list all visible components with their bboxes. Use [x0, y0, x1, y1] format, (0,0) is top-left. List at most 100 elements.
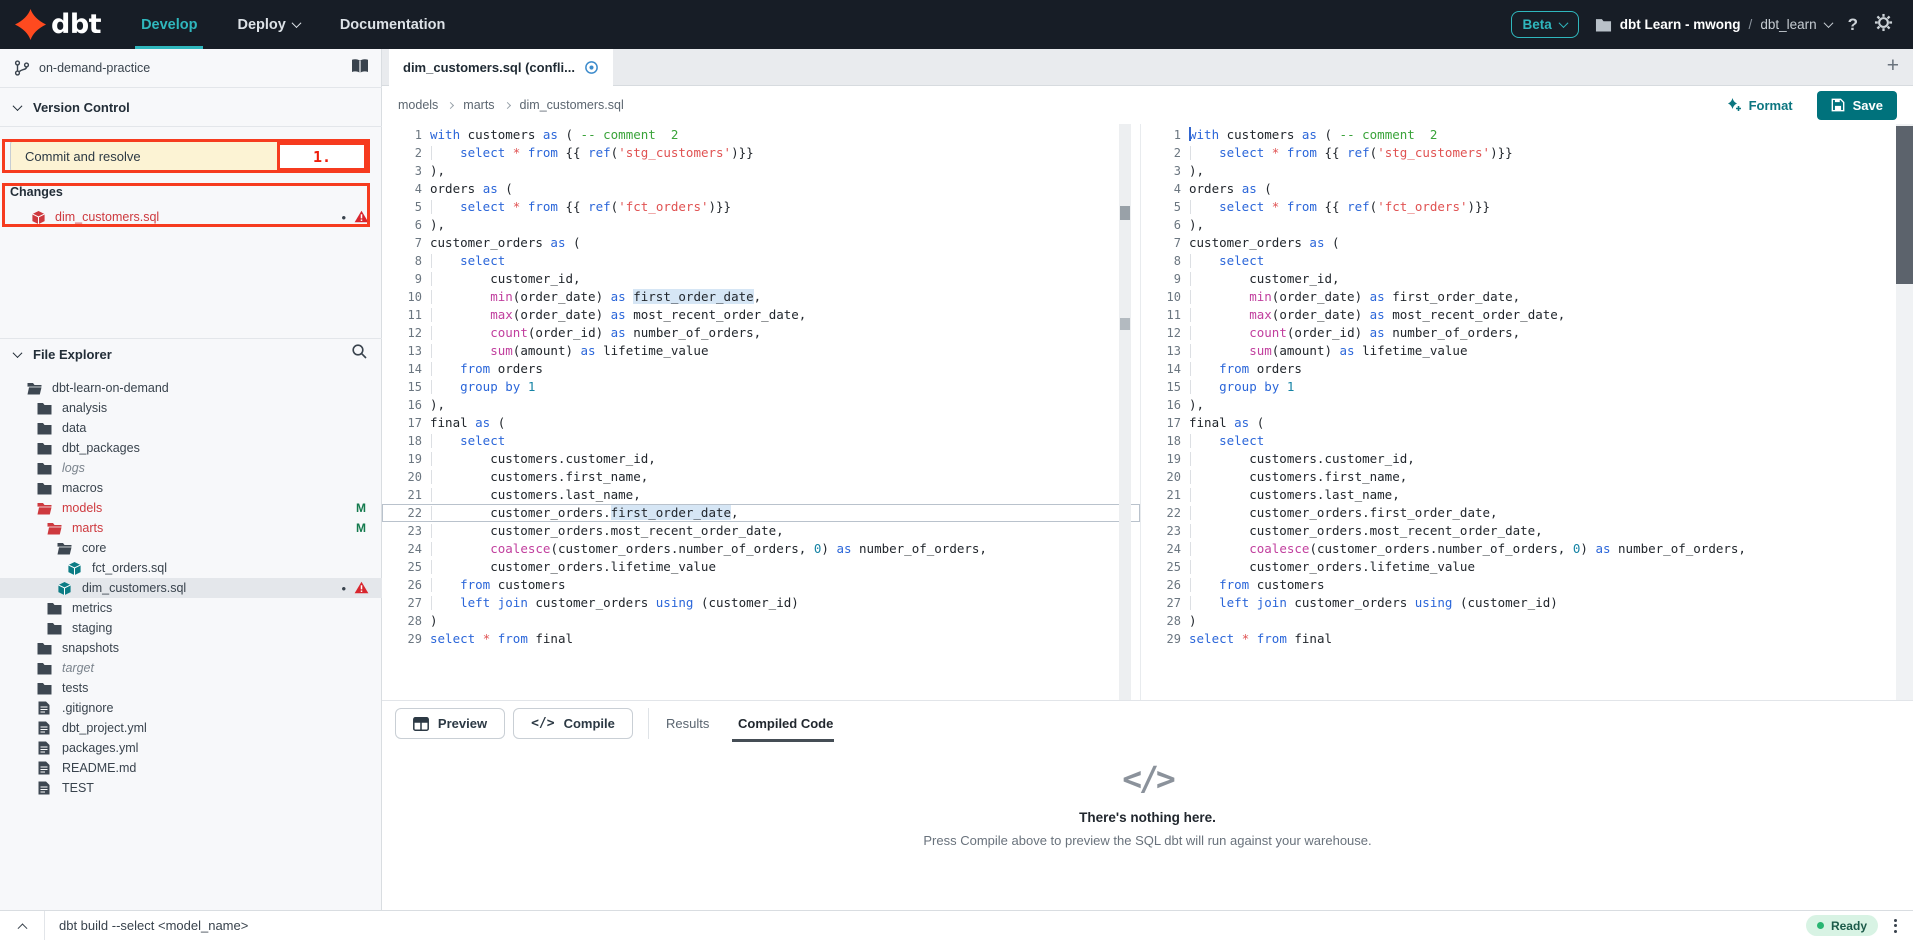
code-line-19[interactable]: 19 customers.customer_id,: [1141, 450, 1913, 468]
code-line-15[interactable]: 15 group by 1: [1141, 378, 1913, 396]
tree-item-dbt_packages[interactable]: dbt_packages: [0, 438, 382, 458]
tab-dim-customers[interactable]: dim_customers.sql (confli...: [389, 49, 613, 86]
code-line-11[interactable]: 11 max(order_date) as most_recent_order_…: [382, 306, 1140, 324]
tree-item-analysis[interactable]: analysis: [0, 398, 382, 418]
code-line-14[interactable]: 14 from orders: [382, 360, 1140, 378]
tree-item-core[interactable]: core: [0, 538, 382, 558]
search-icon[interactable]: [351, 343, 368, 365]
tree-item-README.md[interactable]: README.md: [0, 758, 382, 778]
help-icon[interactable]: ?: [1848, 15, 1858, 35]
tree-item-dim_customers.sql[interactable]: dim_customers.sql•: [0, 578, 382, 598]
beta-selector[interactable]: Beta: [1511, 11, 1579, 38]
save-button[interactable]: Save: [1817, 91, 1897, 120]
command-input[interactable]: dbt build --select <model_name>: [59, 918, 1806, 933]
code-line-7[interactable]: 7customer_orders as (: [1141, 234, 1913, 252]
branch-selector[interactable]: on-demand-practice: [0, 49, 382, 88]
nav-item-documentation[interactable]: Documentation: [340, 0, 446, 49]
code-line-25[interactable]: 25 customer_orders.lifetime_value: [1141, 558, 1913, 576]
code-line-19[interactable]: 19 customers.customer_id,: [382, 450, 1140, 468]
code-line-6[interactable]: 6),: [382, 216, 1140, 234]
code-line-28[interactable]: 28): [1141, 612, 1913, 630]
code-line-17[interactable]: 17final as (: [1141, 414, 1913, 432]
code-line-15[interactable]: 15 group by 1: [382, 378, 1140, 396]
code-line-3[interactable]: 3),: [1141, 162, 1913, 180]
file-explorer-header[interactable]: File Explorer: [0, 338, 382, 369]
account-project-selector[interactable]: dbt Learn - mwong / dbt_learn: [1595, 17, 1832, 32]
code-line-10[interactable]: 10 min(order_date) as first_order_date,: [1141, 288, 1913, 306]
code-line-2[interactable]: 2 select * from {{ ref('stg_customers')}…: [382, 144, 1140, 162]
tree-item-metrics[interactable]: metrics: [0, 598, 382, 618]
code-line-27[interactable]: 27 left join customer_orders using (cust…: [1141, 594, 1913, 612]
nav-item-develop[interactable]: Develop: [141, 0, 197, 49]
code-line-17[interactable]: 17final as (: [382, 414, 1140, 432]
tab-results[interactable]: Results: [666, 708, 709, 739]
kebab-menu-icon[interactable]: [1894, 919, 1897, 933]
code-line-11[interactable]: 11 max(order_date) as most_recent_order_…: [1141, 306, 1913, 324]
nav-item-deploy[interactable]: Deploy: [237, 0, 299, 49]
tree-item-macros[interactable]: macros: [0, 478, 382, 498]
code-line-9[interactable]: 9 customer_id,: [382, 270, 1140, 288]
code-line-26[interactable]: 26 from customers: [1141, 576, 1913, 594]
code-line-18[interactable]: 18 select: [382, 432, 1140, 450]
code-line-12[interactable]: 12 count(order_id) as number_of_orders,: [1141, 324, 1913, 342]
new-tab-plus-icon[interactable]: +: [1887, 54, 1899, 78]
code-line-23[interactable]: 23 customer_orders.most_recent_order_dat…: [1141, 522, 1913, 540]
code-line-2[interactable]: 2 select * from {{ ref('stg_customers')}…: [1141, 144, 1913, 162]
tree-item-snapshots[interactable]: snapshots: [0, 638, 382, 658]
code-line-1[interactable]: 1with customers as ( -- comment 2: [382, 126, 1140, 144]
code-line-26[interactable]: 26 from customers: [382, 576, 1140, 594]
tree-item-dbt-learn-on-demand[interactable]: dbt-learn-on-demand: [0, 378, 382, 398]
tree-item-target[interactable]: target: [0, 658, 382, 678]
tree-item-data[interactable]: data: [0, 418, 382, 438]
code-line-12[interactable]: 12 count(order_id) as number_of_orders,: [382, 324, 1140, 342]
tree-item-staging[interactable]: staging: [0, 618, 382, 638]
format-button[interactable]: Format: [1726, 97, 1793, 113]
tree-item-models[interactable]: modelsM: [0, 498, 382, 518]
tree-item-packages.yml[interactable]: packages.yml: [0, 738, 382, 758]
code-line-24[interactable]: 24 coalesce(customer_orders.number_of_or…: [1141, 540, 1913, 558]
tree-item-.gitignore[interactable]: .gitignore: [0, 698, 382, 718]
tree-item-dbt_project.yml[interactable]: dbt_project.yml: [0, 718, 382, 738]
code-line-10[interactable]: 10 min(order_date) as first_order_date,: [382, 288, 1140, 306]
code-line-6[interactable]: 6),: [1141, 216, 1913, 234]
code-line-14[interactable]: 14 from orders: [1141, 360, 1913, 378]
code-line-28[interactable]: 28): [382, 612, 1140, 630]
dbt-logo[interactable]: dbt: [14, 8, 101, 41]
code-line-25[interactable]: 25 customer_orders.lifetime_value: [382, 558, 1140, 576]
code-line-24[interactable]: 24 coalesce(customer_orders.number_of_or…: [382, 540, 1140, 558]
code-line-1[interactable]: 1with customers as ( -- comment 2: [1141, 126, 1913, 144]
code-line-22[interactable]: 22 customer_orders.first_order_date,: [1141, 504, 1913, 522]
code-line-27[interactable]: 27 left join customer_orders using (cust…: [382, 594, 1140, 612]
code-line-9[interactable]: 9 customer_id,: [1141, 270, 1913, 288]
tree-item-tests[interactable]: tests: [0, 678, 382, 698]
code-editor-right[interactable]: 1with customers as ( -- comment 22 selec…: [1140, 124, 1913, 700]
settings-gear-icon[interactable]: [1874, 13, 1893, 37]
code-line-3[interactable]: 3),: [382, 162, 1140, 180]
code-line-8[interactable]: 8 select: [1141, 252, 1913, 270]
code-line-18[interactable]: 18 select: [1141, 432, 1913, 450]
tree-item-logs[interactable]: logs: [0, 458, 382, 478]
code-line-29[interactable]: 29select * from final: [1141, 630, 1913, 648]
code-line-29[interactable]: 29select * from final: [382, 630, 1140, 648]
code-line-5[interactable]: 5 select * from {{ ref('fct_orders')}}: [382, 198, 1140, 216]
code-editor-left[interactable]: 1with customers as ( -- comment 22 selec…: [382, 124, 1140, 700]
code-line-20[interactable]: 20 customers.first_name,: [1141, 468, 1913, 486]
code-line-23[interactable]: 23 customer_orders.most_recent_order_dat…: [382, 522, 1140, 540]
code-line-8[interactable]: 8 select: [382, 252, 1140, 270]
code-line-5[interactable]: 5 select * from {{ ref('fct_orders')}}: [1141, 198, 1913, 216]
tree-item-fct_orders.sql[interactable]: fct_orders.sql: [0, 558, 382, 578]
code-line-20[interactable]: 20 customers.first_name,: [382, 468, 1140, 486]
tab-compiled-code[interactable]: Compiled Code: [738, 708, 833, 739]
code-line-21[interactable]: 21 customers.last_name,: [382, 486, 1140, 504]
version-control-header[interactable]: Version Control: [0, 88, 382, 127]
code-line-22[interactable]: 22 customer_orders.first_order_date,: [382, 504, 1140, 522]
preview-button[interactable]: Preview: [395, 708, 505, 739]
right-pane-scrollbar-thumb[interactable]: [1896, 126, 1913, 284]
code-line-13[interactable]: 13 sum(amount) as lifetime_value: [382, 342, 1140, 360]
code-line-4[interactable]: 4orders as (: [1141, 180, 1913, 198]
code-line-16[interactable]: 16),: [1141, 396, 1913, 414]
compile-button[interactable]: </> Compile: [513, 708, 633, 739]
collapse-panel-button[interactable]: [0, 922, 44, 929]
code-line-16[interactable]: 16),: [382, 396, 1140, 414]
code-line-4[interactable]: 4orders as (: [382, 180, 1140, 198]
